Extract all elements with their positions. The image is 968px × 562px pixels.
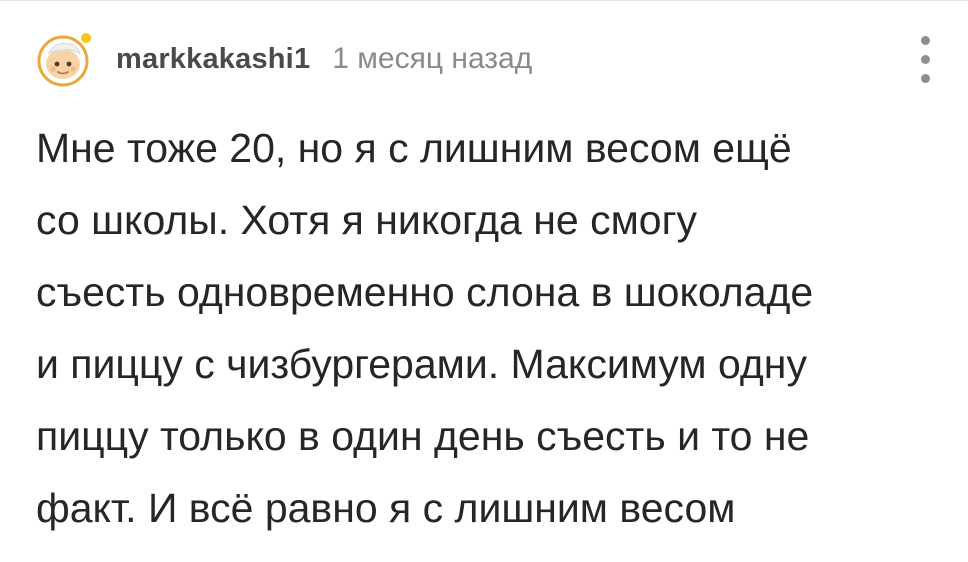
- comment-text-line: со школы. Хотя я никогда не смогу: [36, 197, 698, 243]
- online-indicator: [81, 33, 91, 43]
- comment-timestamp: 1 месяц назад: [332, 42, 533, 75]
- more-options-button[interactable]: [908, 30, 944, 90]
- comment-header: markkakashi1 1 месяц назад: [36, 28, 532, 90]
- cartoon-face-avatar-icon: [37, 33, 91, 87]
- comment-text-line: съесть одновременно слона в шоколаде: [36, 269, 814, 315]
- avatar[interactable]: [36, 30, 94, 88]
- comment-text-line: Мне тоже 20, но я с лишним весом ещё: [36, 125, 792, 171]
- comment-body: Мне тоже 20, но я с лишним весом ещё со …: [36, 112, 961, 544]
- username[interactable]: markkakashi1: [116, 43, 310, 76]
- comment-text-line: пиццу только в один день съесть и то не: [36, 413, 810, 459]
- comment-text-line: и пиццу с чизбургерами. Максимум одну: [36, 341, 807, 387]
- comment-text-line: факт. И всё равно я с лишним весом: [36, 485, 736, 531]
- comment-card: markkakashi1 1 месяц назад Мне тоже 20, …: [0, 0, 968, 562]
